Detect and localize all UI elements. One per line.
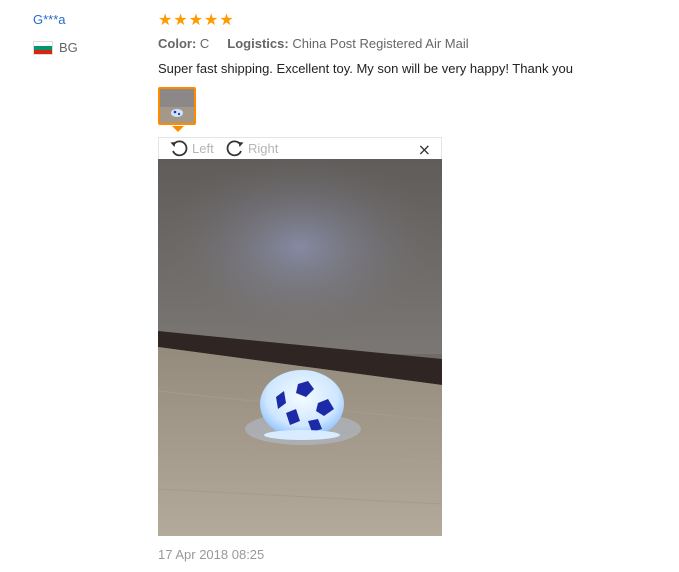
reviewer-country: BG	[33, 40, 78, 55]
review-photo-thumbnail[interactable]	[158, 87, 196, 125]
bulgaria-flag-icon	[33, 40, 53, 55]
star-icon: ★	[219, 10, 234, 29]
rotate-left-button[interactable]: Left	[169, 138, 214, 158]
color-attribute: Color: C	[158, 36, 209, 51]
review-text: Super fast shipping. Excellent toy. My s…	[158, 61, 574, 76]
review-photo-large	[158, 159, 442, 536]
logistics-value: China Post Registered Air Mail	[292, 36, 469, 51]
thumbnail-image	[160, 89, 194, 123]
color-label: Color:	[158, 36, 197, 51]
close-icon[interactable]: ×	[418, 140, 431, 159]
reviewer-name[interactable]: G***a	[33, 12, 66, 27]
country-code: BG	[59, 40, 78, 55]
star-icon: ★	[173, 10, 188, 29]
review-date: 17 Apr 2018 08:25	[158, 547, 265, 562]
star-icon: ★	[204, 10, 219, 29]
rotate-cw-icon	[226, 140, 244, 157]
color-value: C	[199, 36, 210, 51]
thumbnail-pointer	[172, 126, 184, 132]
photo-image	[158, 159, 442, 536]
photo-viewer-toolbar: Left Right ×	[158, 137, 442, 159]
logistics-attribute: Logistics: China Post Registered Air Mai…	[227, 36, 468, 51]
logistics-label: Logistics:	[227, 36, 289, 51]
rotate-left-label: Left	[192, 140, 214, 156]
order-attributes: Color: C Logistics: China Post Registere…	[158, 36, 469, 51]
star-icon: ★	[158, 10, 173, 29]
rotate-right-button[interactable]: Right	[225, 138, 278, 158]
rotate-ccw-icon	[170, 140, 188, 157]
star-rating: ★ ★ ★ ★ ★	[158, 11, 234, 29]
rotate-right-label: Right	[248, 140, 279, 156]
star-icon: ★	[188, 10, 204, 29]
